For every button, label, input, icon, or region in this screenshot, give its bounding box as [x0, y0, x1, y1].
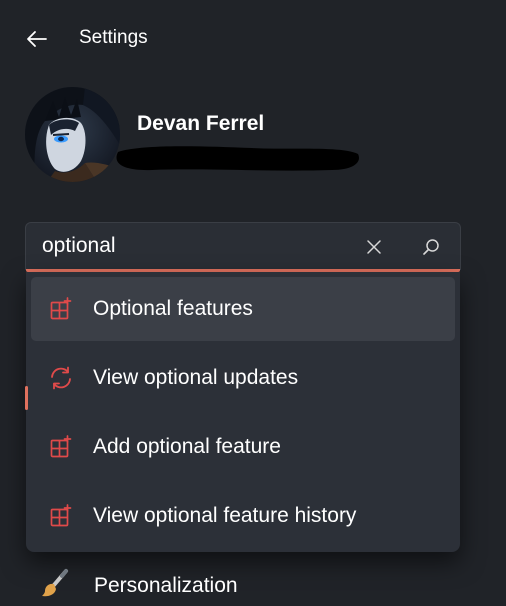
header-bar: Settings [0, 0, 506, 80]
avatar[interactable] [25, 87, 120, 182]
search-box [25, 222, 461, 272]
suggestion-item[interactable]: View optional feature history [31, 484, 455, 548]
app-title: Settings [79, 27, 148, 48]
refresh-icon [51, 366, 71, 390]
profile-section: Devan Ferrel [0, 80, 506, 200]
suggestion-label: View optional updates [93, 366, 299, 389]
brush-icon [42, 569, 68, 597]
nav-label: Personalization [94, 574, 238, 597]
redaction-mark [116, 146, 359, 171]
optional-features-icon [50, 504, 72, 527]
suggestion-item[interactable]: Optional features [31, 277, 455, 341]
avatar-image [25, 87, 120, 182]
suggestion-label: View optional feature history [93, 504, 357, 527]
suggestion-label: Optional features [93, 297, 253, 320]
selected-nav-indicator [25, 386, 28, 410]
suggestion-item[interactable]: Add optional feature [31, 415, 455, 479]
optional-features-icon [50, 297, 72, 320]
search-icon [423, 239, 439, 255]
suggestion-item[interactable]: View optional updates [31, 346, 455, 410]
suggestion-label: Add optional feature [93, 435, 281, 458]
back-button[interactable] [18, 22, 56, 56]
close-icon [367, 240, 381, 254]
optional-features-icon [50, 435, 72, 458]
clear-search-button[interactable] [358, 232, 390, 262]
nav-item-personalization[interactable]: Personalization [30, 562, 490, 606]
search-button[interactable] [414, 232, 448, 262]
search-suggestions: Optional features View optional updates … [26, 272, 460, 552]
search-input[interactable] [42, 231, 352, 261]
user-name: Devan Ferrel [137, 112, 265, 135]
arrow-left-icon [27, 31, 47, 47]
